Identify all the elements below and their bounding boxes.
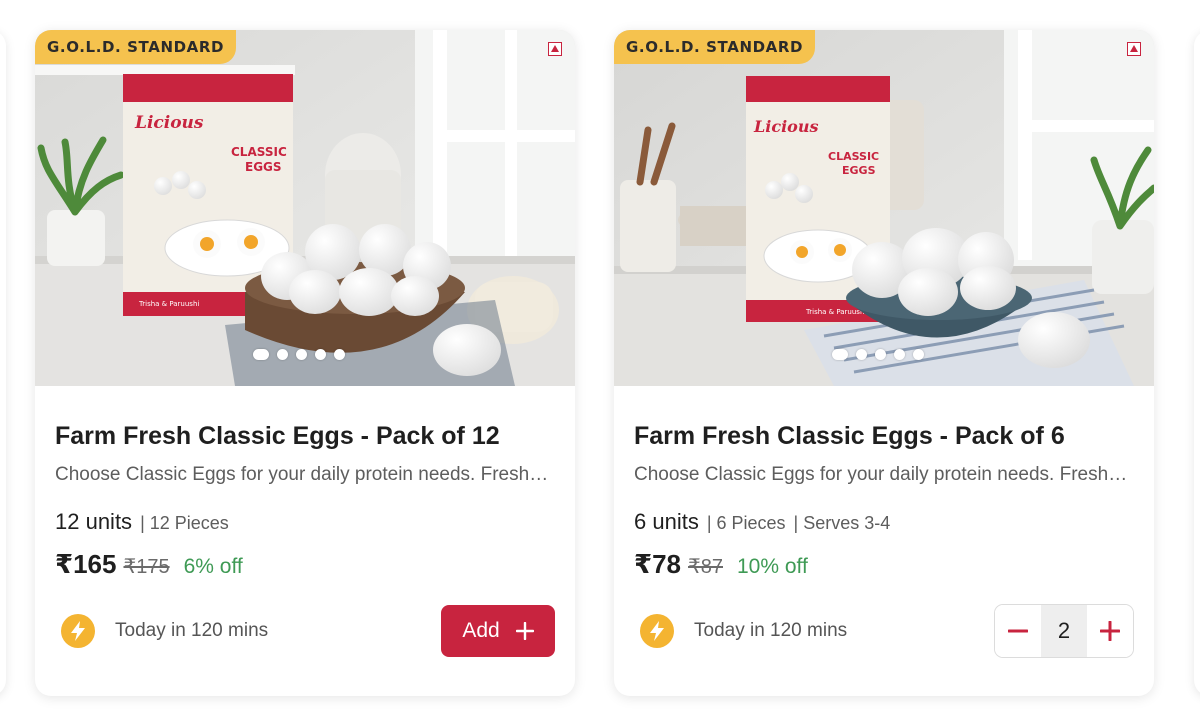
next-card-edge xyxy=(1194,30,1200,696)
lightning-bolt-icon xyxy=(640,614,674,648)
decrease-quantity-button[interactable] xyxy=(995,605,1041,657)
carousel-dot[interactable] xyxy=(894,349,905,360)
product-title[interactable]: Farm Fresh Classic Eggs - Pack of 12 xyxy=(55,422,555,451)
carousel-dot[interactable] xyxy=(277,349,288,360)
discount-label: 10% off xyxy=(737,555,808,578)
increase-quantity-button[interactable] xyxy=(1087,605,1133,657)
delivery-row: Today in 120 mins Add xyxy=(55,605,555,657)
quantity-info: 12 units | 12 Pieces xyxy=(55,509,555,535)
box-brand-text: Licious xyxy=(134,113,204,133)
add-button-label: Add xyxy=(462,619,500,642)
carousel-dot[interactable] xyxy=(832,349,848,360)
box-line1-text: CLASSIC xyxy=(231,145,287,159)
product-description: Choose Classic Eggs for your daily prote… xyxy=(634,464,1130,485)
minus-icon xyxy=(1008,629,1028,633)
carousel-dot[interactable] xyxy=(334,349,345,360)
product-title[interactable]: Farm Fresh Classic Eggs - Pack of 6 xyxy=(634,422,1134,451)
ad-choices-icon[interactable] xyxy=(1127,42,1141,56)
carousel-indicators xyxy=(253,349,345,360)
box-line2-text: EGGS xyxy=(842,164,876,177)
ad-choices-icon[interactable] xyxy=(548,42,562,56)
units-label: 12 units xyxy=(55,509,133,534)
quantity-stepper[interactable]: 2 xyxy=(994,604,1134,658)
price-row: ₹78 ₹87 10% off xyxy=(634,549,1134,580)
gold-standard-badge: G.O.L.D. STANDARD xyxy=(35,30,237,64)
product-card-pack-of-6[interactable]: Licious CLASSIC EGGS Trisha & Paruushi G… xyxy=(614,30,1154,696)
box-line1-text: CLASSIC xyxy=(828,150,879,163)
pieces-label: | 6 Pieces xyxy=(706,513,786,533)
delivery-time: Today in 120 mins xyxy=(115,620,269,641)
carousel-dot[interactable] xyxy=(315,349,326,360)
quantity-info: 6 units | 6 Pieces | Serves 3-4 xyxy=(634,509,1134,535)
product-description: Choose Classic Eggs for your daily prote… xyxy=(55,464,551,485)
product-image-carousel[interactable]: Licious CLASSIC EGGS Trisha & Paruushi G… xyxy=(35,30,575,386)
carousel-dot[interactable] xyxy=(856,349,867,360)
carousel-indicators xyxy=(832,349,924,360)
badge-text: G.O.L.D. STANDARD xyxy=(626,38,804,56)
original-price: ₹87 xyxy=(688,556,723,578)
previous-card-edge xyxy=(0,30,6,696)
quantity-value: 2 xyxy=(1041,605,1087,657)
serves-label: | Serves 3-4 xyxy=(793,513,891,533)
badge-text: G.O.L.D. STANDARD xyxy=(47,38,225,56)
product-card-pack-of-12[interactable]: Licious CLASSIC EGGS Trisha & Paruushi G… xyxy=(35,30,575,696)
plus-icon xyxy=(515,622,534,640)
box-brand-text: Licious xyxy=(753,117,818,136)
carousel-dot[interactable] xyxy=(875,349,886,360)
price-row: ₹165 ₹175 6% off xyxy=(55,549,555,580)
product-image-carousel[interactable]: Licious CLASSIC EGGS Trisha & Paruushi G… xyxy=(614,30,1154,386)
discount-label: 6% off xyxy=(183,555,243,578)
box-caption-text: Trisha & Paruushi xyxy=(805,308,866,316)
box-line2-text: EGGS xyxy=(245,160,282,174)
pieces-label: | 12 Pieces xyxy=(140,513,229,533)
original-price: ₹175 xyxy=(123,556,170,578)
plus-icon xyxy=(1100,621,1120,641)
delivery-time: Today in 120 mins xyxy=(694,620,848,641)
delivery-row: Today in 120 mins 2 xyxy=(634,604,1134,658)
add-to-cart-button[interactable]: Add xyxy=(441,605,555,657)
units-label: 6 units xyxy=(634,509,699,534)
product-image: Licious CLASSIC EGGS Trisha & Paruushi xyxy=(614,30,1154,386)
carousel-dot[interactable] xyxy=(913,349,924,360)
product-image: Licious CLASSIC EGGS Trisha & Paruushi xyxy=(35,30,575,386)
lightning-bolt-icon xyxy=(61,614,95,648)
selling-price: ₹78 xyxy=(634,549,682,579)
box-caption-text: Trisha & Paruushi xyxy=(138,300,199,308)
gold-standard-badge: G.O.L.D. STANDARD xyxy=(614,30,816,64)
carousel-dot[interactable] xyxy=(253,349,269,360)
carousel-dot[interactable] xyxy=(296,349,307,360)
selling-price: ₹165 xyxy=(55,549,117,579)
